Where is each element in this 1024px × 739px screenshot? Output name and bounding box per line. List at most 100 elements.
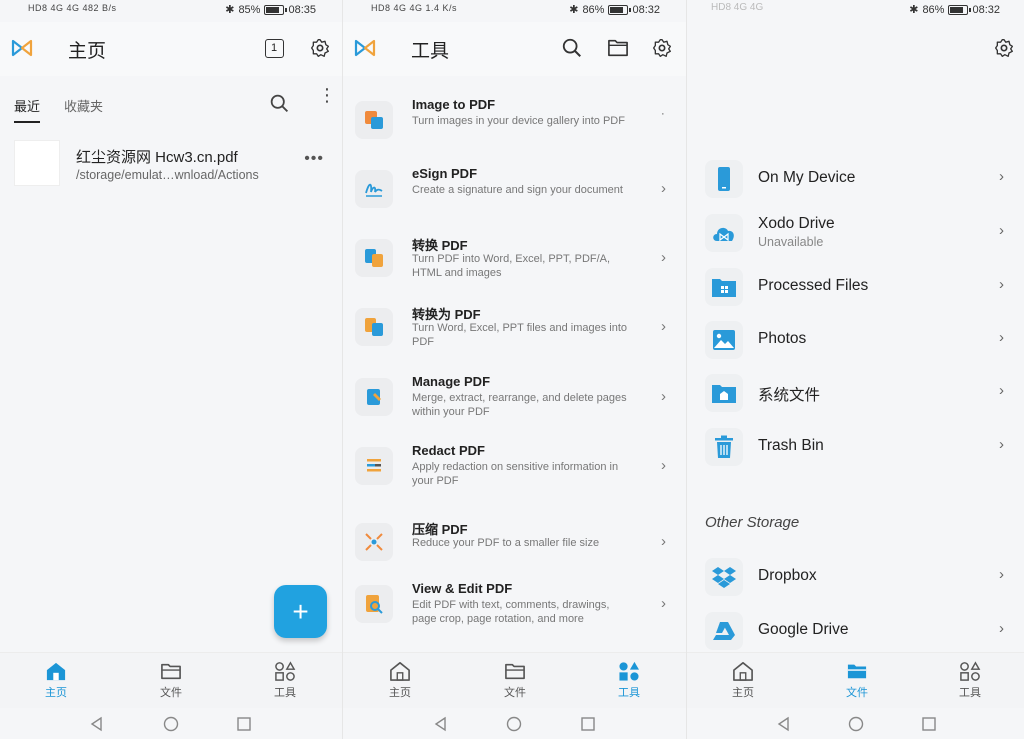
location-photos[interactable]: Photos › xyxy=(687,319,1024,367)
nav-tools[interactable]: 工具 xyxy=(255,661,315,700)
phone-icon xyxy=(705,160,743,198)
trash-icon xyxy=(705,428,743,466)
search-icon[interactable] xyxy=(269,93,290,114)
file-path: /storage/emulat…wnload/Actions xyxy=(76,168,259,182)
nav-home[interactable]: 主页 xyxy=(713,661,773,700)
view-edit-icon xyxy=(355,585,393,623)
tool-redact-pdf[interactable]: Redact PDF Apply redaction on sensitive … xyxy=(343,443,686,507)
tools-screen: HD8 4G 4G 1.4 K/s ✱ 86% 08:32 工具 Image t… xyxy=(343,0,686,739)
nav-files[interactable]: 文件 xyxy=(827,661,887,700)
xodo-logo-icon xyxy=(354,39,376,57)
folder-button[interactable] xyxy=(606,36,630,60)
nav-home[interactable]: 主页 xyxy=(370,661,430,700)
battery-percent: 86% xyxy=(922,3,945,16)
recents-icon[interactable] xyxy=(580,716,596,732)
list-item[interactable]: 红尘资源网 Hcw3.cn.pdf /storage/emulat…wnload… xyxy=(14,140,328,190)
cloud-icon xyxy=(705,214,743,252)
bottom-nav: 主页 文件 工具 xyxy=(343,652,686,708)
nav-files[interactable]: 文件 xyxy=(485,661,545,700)
nav-tools[interactable]: 工具 xyxy=(940,661,1000,700)
home-icon xyxy=(390,662,410,681)
chevron-right-icon: › xyxy=(999,222,1004,239)
location-on-my-device[interactable]: On My Device › xyxy=(687,158,1024,206)
home-circle-icon[interactable] xyxy=(506,716,522,732)
location-dropbox[interactable]: Dropbox › xyxy=(687,556,1024,604)
google-drive-icon xyxy=(705,612,743,650)
processed-folder-icon xyxy=(705,268,743,306)
tool-esign-pdf[interactable]: eSign PDF Create a signature and sign yo… xyxy=(343,166,686,230)
status-bar: HD8 4G 4G 1.4 K/s ✱ 86% 08:32 xyxy=(343,0,686,20)
chevron-right-icon: › xyxy=(999,329,1004,346)
bluetooth-icon: ✱ xyxy=(225,4,235,16)
location-processed-files[interactable]: Processed Files › xyxy=(687,266,1024,314)
tab-favorites[interactable]: 收藏夹 xyxy=(64,96,103,115)
nav-files[interactable]: 文件 xyxy=(141,661,201,700)
home-icon xyxy=(46,662,66,681)
chevron-right-icon: › xyxy=(999,566,1004,583)
bottom-nav: 主页 文件 工具 xyxy=(687,652,1024,708)
more-vertical-icon[interactable]: ⋮ xyxy=(318,86,336,104)
folder-icon xyxy=(161,663,181,680)
back-icon[interactable] xyxy=(433,716,449,732)
recents-icon[interactable] xyxy=(921,716,937,732)
location-trash-bin[interactable]: Trash Bin › xyxy=(687,426,1024,474)
location-xodo-drive[interactable]: Xodo Drive Unavailable › xyxy=(687,212,1024,260)
chevron-right-icon: ˙ xyxy=(661,111,666,128)
tool-convert-to-pdf[interactable]: 转换为 PDF Turn Word, Excel, PPT files and … xyxy=(343,304,686,368)
location-google-drive[interactable]: Google Drive › xyxy=(687,610,1024,658)
chevron-right-icon: › xyxy=(661,457,666,474)
system-nav xyxy=(0,708,342,739)
recents-icon[interactable] xyxy=(236,716,252,732)
back-icon[interactable] xyxy=(89,716,105,732)
nav-tools[interactable]: 工具 xyxy=(599,661,659,700)
tool-view-edit-pdf[interactable]: View & Edit PDF Edit PDF with text, comm… xyxy=(343,581,686,645)
app-bar: 主页 1 xyxy=(0,22,342,76)
tools-icon xyxy=(275,661,296,681)
image-to-pdf-icon xyxy=(355,101,393,139)
location-system-files[interactable]: 系统文件 › xyxy=(687,372,1024,420)
tool-convert-pdf[interactable]: 转换 PDF Turn PDF into Word, Excel, PPT, P… xyxy=(343,235,686,299)
back-icon[interactable] xyxy=(776,716,792,732)
settings-button[interactable] xyxy=(650,36,674,60)
gear-icon xyxy=(653,39,671,57)
chevron-right-icon: › xyxy=(999,276,1004,293)
file-name: 红尘资源网 Hcw3.cn.pdf xyxy=(76,149,238,166)
tools-icon xyxy=(960,661,981,681)
dropbox-icon xyxy=(705,558,743,596)
tabs-button[interactable]: 1 xyxy=(262,36,286,60)
manage-pdf-icon xyxy=(355,378,393,416)
system-nav xyxy=(687,708,1024,739)
system-nav xyxy=(343,708,686,739)
bluetooth-icon: ✱ xyxy=(909,4,919,16)
settings-button[interactable] xyxy=(992,36,1016,60)
add-fab-button[interactable]: + xyxy=(274,585,327,638)
settings-button[interactable] xyxy=(308,36,332,60)
convert-pdf-icon xyxy=(355,239,393,277)
chevron-right-icon: › xyxy=(999,382,1004,399)
compress-icon xyxy=(355,523,393,561)
more-horizontal-icon[interactable]: ••• xyxy=(304,150,324,168)
home-tabs: 最近 收藏夹 ⋮ xyxy=(0,76,342,124)
chevron-right-icon: › xyxy=(999,168,1004,185)
bluetooth-icon: ✱ xyxy=(569,4,579,16)
tool-image-to-pdf[interactable]: Image to PDF Turn images in your device … xyxy=(343,97,686,161)
nav-home[interactable]: 主页 xyxy=(26,661,86,700)
home-circle-icon[interactable] xyxy=(848,716,864,732)
page-title: 主页 xyxy=(68,41,107,62)
status-network: HD8 4G 4G xyxy=(711,2,764,13)
tool-manage-pdf[interactable]: Manage PDF Merge, extract, rearrange, an… xyxy=(343,374,686,438)
tab-recent[interactable]: 最近 xyxy=(14,96,41,123)
search-button[interactable] xyxy=(560,36,584,60)
status-time: 08:32 xyxy=(632,3,660,16)
chevron-right-icon: › xyxy=(661,180,666,197)
chevron-right-icon: › xyxy=(999,436,1004,453)
status-bar: HD8 4G 4G 482 B/s ✱ 85% 08:35 xyxy=(0,0,342,20)
status-network: HD8 4G 4G 482 B/s xyxy=(28,3,117,13)
battery-icon xyxy=(948,4,972,15)
status-time: 08:35 xyxy=(288,3,316,16)
tool-compress-pdf[interactable]: 压缩 PDF Reduce your PDF to a smaller file… xyxy=(343,519,686,583)
home-circle-icon[interactable] xyxy=(163,716,179,732)
xodo-logo-icon xyxy=(11,39,33,57)
status-time: 08:32 xyxy=(972,3,1000,16)
home-icon xyxy=(733,662,753,681)
